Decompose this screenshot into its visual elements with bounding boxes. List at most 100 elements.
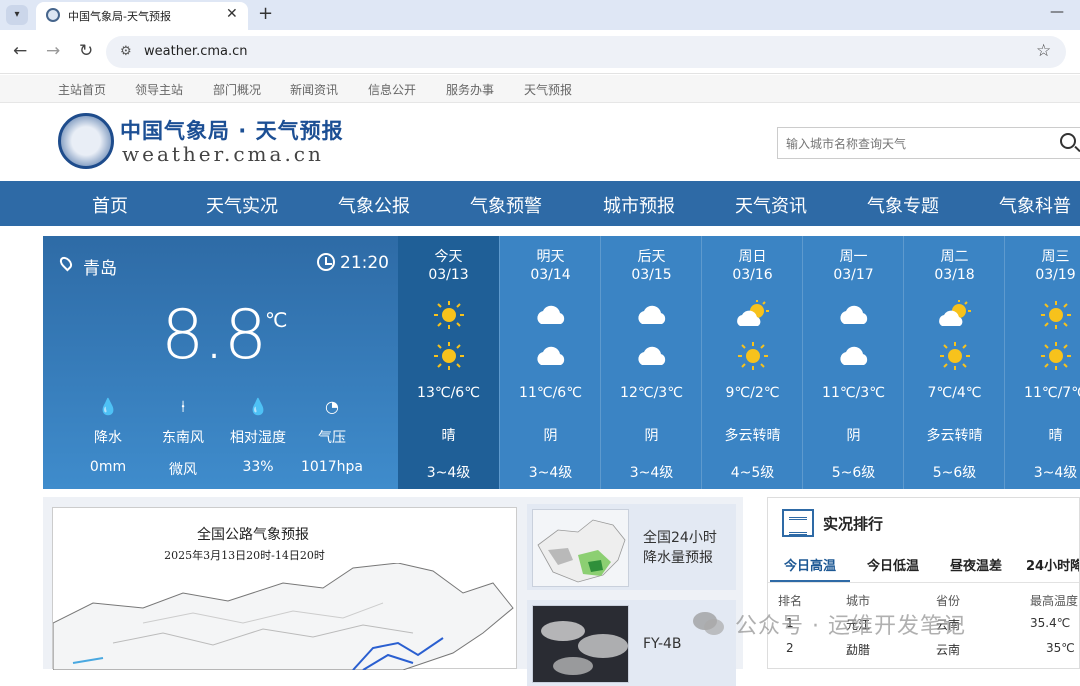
pressure-gauge-icon: ◔ (325, 397, 339, 416)
ranking-panel: 实况排行 今日高温 今日低温 昼夜温差 24小时降 排名 城市 省份 最高温度 … (767, 497, 1080, 669)
topnav-item[interactable]: 信息公开 (368, 81, 416, 98)
thumb-label: 全国24小时 (643, 530, 717, 546)
cell-temp: 35.4℃ (1030, 616, 1071, 630)
top-site-nav: 主站首页 领导主站 部门概况 新闻资讯 信息公开 服务办事 天气预报 (0, 75, 1080, 103)
ranking-title: 实况排行 (823, 515, 884, 533)
precipitation-forecast-card[interactable]: 全国24小时 降水量预报 (527, 504, 736, 590)
forecast-day: 周一 (839, 249, 868, 265)
thumb-label: FY-4B (643, 636, 682, 652)
precipitation-map-thumbnail (532, 509, 629, 587)
tab-search-chevron-icon[interactable]: ▾ (6, 5, 28, 25)
mainnav-item-science[interactable]: 气象科普 (999, 192, 1071, 218)
forecast-day-column[interactable]: 后天 03/15 12℃/3℃ 阴 3~4级 (600, 236, 701, 489)
forecast-temp-range: 11℃/6℃ (519, 385, 582, 401)
address-bar[interactable]: ⚙ weather.cma.cn ☆ (106, 36, 1066, 68)
topnav-item[interactable]: 服务办事 (446, 81, 494, 98)
forecast-date: 03/19 (1035, 267, 1076, 283)
tab-close-icon[interactable]: ✕ (226, 6, 238, 22)
minimize-icon[interactable]: — (1050, 4, 1064, 20)
forecast-date: 03/17 (833, 267, 874, 283)
favicon-icon (46, 8, 60, 22)
mainnav-item-observation[interactable]: 天气实况 (206, 192, 278, 218)
cell-city[interactable]: 勐腊 (846, 641, 870, 658)
new-tab-icon[interactable]: + (258, 3, 273, 24)
topnav-item[interactable]: 部门概况 (213, 81, 261, 98)
topnav-item[interactable]: 主站首页 (58, 81, 106, 98)
back-arrow-icon[interactable]: ← (13, 41, 27, 61)
observation-time: 21:20 (340, 253, 389, 273)
cloudy-icon (634, 300, 670, 330)
forecast-day-column[interactable]: 周日 03/16 9℃/2℃ 多云转晴 4~5级 (701, 236, 802, 489)
road-weather-map-card[interactable]: 全国公路气象预报 2025年3月13日20时-14日20时 (52, 507, 517, 670)
mainnav-item-bulletin[interactable]: 气象公报 (338, 192, 410, 218)
forecast-temp-range: 11℃/3℃ (822, 385, 885, 401)
search-icon[interactable] (1060, 133, 1076, 149)
tab-day-night-diff[interactable]: 昼夜温差 (950, 555, 1002, 574)
city-search-box (777, 127, 1080, 159)
topnav-item[interactable]: 天气预报 (524, 81, 572, 98)
wechat-watermark-icon (693, 612, 724, 635)
forecast-day-column[interactable]: 周三 03/19 11℃/7℃ 晴 3~4级 (1004, 236, 1080, 489)
reload-icon[interactable]: ↻ (79, 41, 93, 61)
forecast-day-column[interactable]: 明天 03/14 11℃/6℃ 阴 3~4级 (499, 236, 600, 489)
forecast-condition: 多云转晴 (724, 428, 781, 444)
map-title: 全国公路气象预报 (197, 527, 309, 543)
browser-tab-strip: ▾ 中国气象局-天气预报 ✕ + — (0, 0, 1080, 30)
site-settings-icon[interactable]: ⚙ (120, 44, 132, 59)
tab-today-low[interactable]: 今日低温 (867, 555, 919, 574)
main-nav: 首页 天气实况 气象公报 气象预警 城市预报 天气资讯 气象专题 气象科普 (0, 181, 1080, 226)
forecast-wind-level: 3~4级 (629, 465, 674, 481)
tab-today-high[interactable]: 今日高温 (784, 555, 836, 574)
mainnav-item-news[interactable]: 天气资讯 (735, 192, 807, 218)
forecast-day: 周日 (738, 249, 767, 265)
ranking-building-icon (782, 509, 814, 537)
forecast-wind-level: 3~4级 (1033, 465, 1078, 481)
tab-24h-precip[interactable]: 24小时降 (1026, 555, 1079, 574)
mainnav-item-home[interactable]: 首页 (92, 192, 128, 218)
url-text[interactable]: weather.cma.cn (144, 44, 248, 59)
mainnav-item-warning[interactable]: 气象预警 (470, 192, 542, 218)
partly-cloudy-icon (735, 300, 771, 330)
metric-value: 1017hpa (301, 459, 363, 475)
topnav-item[interactable]: 新闻资讯 (290, 81, 338, 98)
forecast-day-column[interactable]: 周一 03/17 11℃/3℃ 阴 5~6级 (802, 236, 903, 489)
cloudy-icon (533, 300, 569, 330)
city-name[interactable]: 青岛 (83, 254, 117, 279)
temperature-unit: ℃ (265, 308, 288, 332)
forward-arrow-icon[interactable]: → (46, 41, 60, 61)
cma-logo[interactable] (58, 113, 114, 169)
forecast-wind-level: 5~6级 (831, 465, 876, 481)
forecast-day: 明天 (536, 249, 565, 265)
bookmark-star-icon[interactable]: ☆ (1036, 41, 1051, 61)
col-rank: 排名 (778, 594, 803, 608)
city-search-input[interactable] (786, 134, 1046, 154)
col-city: 城市 (846, 594, 871, 608)
browser-toolbar: ← → ↻ ⚙ weather.cma.cn ☆ (0, 30, 1080, 74)
forecast-wind-level: 3~4级 (528, 465, 573, 481)
sunny-icon (431, 341, 467, 371)
cell-province: 云南 (936, 643, 961, 657)
forecast-wind-level: 5~6级 (932, 465, 977, 481)
sunny-icon (1038, 300, 1074, 330)
cloudy-icon (836, 300, 872, 330)
map-subtitle: 2025年3月13日20时-14日20时 (164, 549, 325, 562)
forecast-day-column[interactable]: 周二 03/18 7℃/4℃ 多云转晴 5~6级 (903, 236, 1004, 489)
forecast-date: 03/14 (530, 267, 571, 283)
precip-map-graphic (537, 519, 626, 583)
location-pin-icon (57, 254, 75, 272)
browser-tab[interactable]: 中国气象局-天气预报 ✕ (36, 2, 248, 30)
current-weather-panel: 青岛 21:20 8.8 ℃ 💧 降水 0mm ⍿ 东南风 微风 💧 相对湿度 … (43, 236, 398, 489)
cell-rank: 2 (786, 641, 794, 655)
forecast-day: 周二 (940, 249, 969, 265)
china-road-map (53, 563, 514, 670)
mainnav-item-city-forecast[interactable]: 城市预报 (603, 192, 675, 218)
topnav-item[interactable]: 领导主站 (135, 81, 183, 98)
site-title-cn[interactable]: 中国气象局 · 天气预报 (120, 115, 344, 145)
cloudy-icon (533, 341, 569, 371)
mainnav-item-topics[interactable]: 气象专题 (867, 192, 939, 218)
site-title-en[interactable]: weather.cma.cn (122, 142, 324, 166)
forecast-day-column[interactable]: 今天 03/13 13℃/6℃ 晴 3~4级 (398, 236, 499, 489)
thumb-label: 降水量预报 (643, 550, 713, 566)
col-max-temp: 最高温度 (1030, 594, 1079, 608)
cloudy-icon (634, 341, 670, 371)
